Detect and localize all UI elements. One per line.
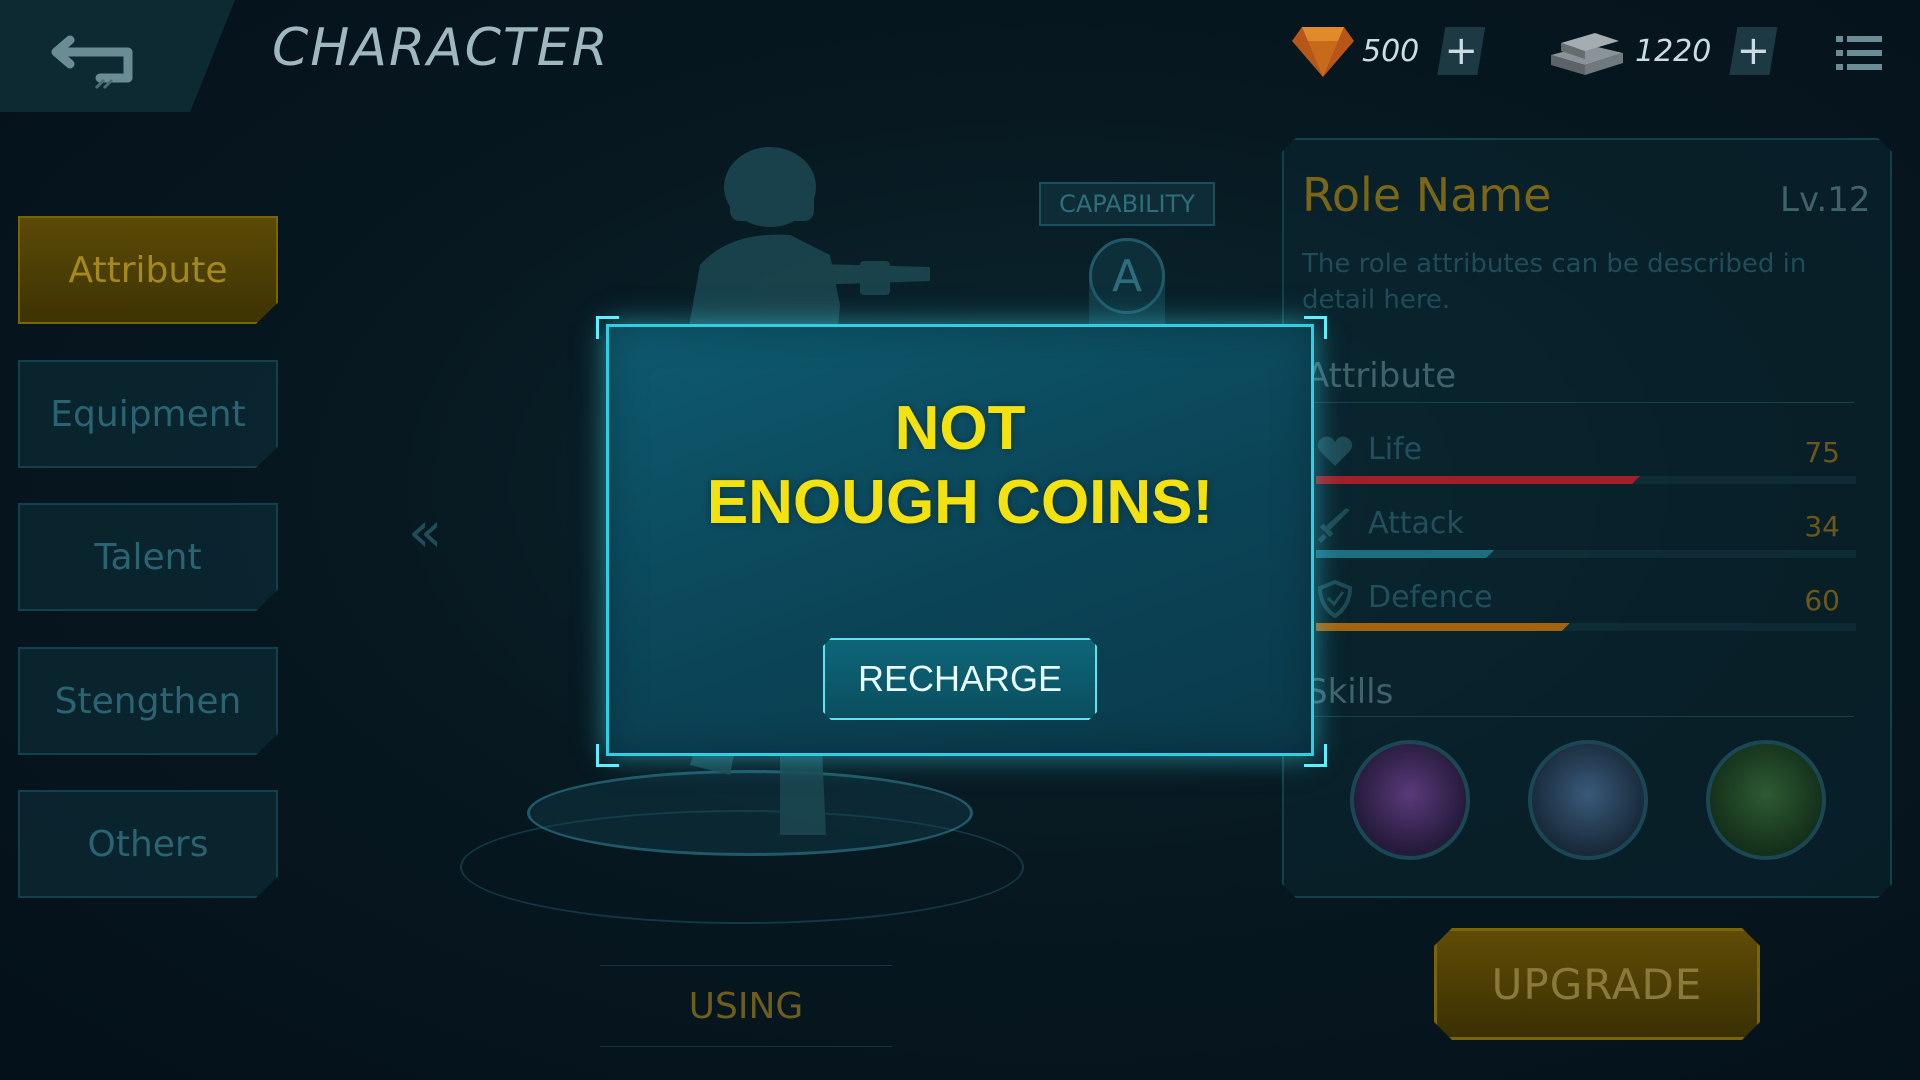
capability-grade: A	[1089, 238, 1165, 314]
dialog-corner	[596, 744, 619, 767]
tab-others[interactable]: Others	[18, 790, 278, 898]
gem-currency: 500 +	[1290, 20, 1485, 82]
recharge-button[interactable]: RECHARGE	[823, 638, 1097, 720]
back-arrow-icon	[0, 0, 235, 112]
silver-bars-icon	[1551, 33, 1623, 75]
stat-attack-label: Attack	[1368, 506, 1464, 541]
gem-icon	[1292, 27, 1354, 77]
dialog-title-line-1: NOT	[894, 394, 1026, 463]
skills-heading: Skills	[1306, 672, 1394, 712]
capability-label: CAPABILITY	[1039, 182, 1215, 226]
energy-burst-icon[interactable]	[1350, 740, 1470, 860]
add-silver-button[interactable]: +	[1729, 27, 1777, 75]
role-name: Role Name	[1302, 168, 1552, 222]
gem-amount: 500	[1362, 33, 1420, 69]
silver-currency: 1220 +	[1545, 20, 1777, 82]
upgrade-button[interactable]: UPGRADE	[1434, 928, 1760, 1040]
role-level: Lv.12	[1780, 180, 1871, 220]
tab-stengthen[interactable]: Stengthen	[18, 647, 278, 755]
divider	[1306, 716, 1854, 717]
attribute-heading: Attribute	[1306, 356, 1457, 396]
stat-defence-label: Defence	[1368, 580, 1493, 615]
power-fist-icon[interactable]	[1706, 740, 1826, 860]
dialog-corner	[1304, 316, 1327, 339]
heart-icon	[1317, 436, 1353, 466]
shield-icon	[1317, 580, 1353, 618]
stat-defence-bar	[1316, 623, 1856, 631]
using-status: USING	[600, 965, 892, 1047]
dialog-title-line-2: ENOUGH COINS!	[706, 468, 1214, 537]
dialog-corner	[596, 316, 619, 339]
previous-character-arrow-icon[interactable]: «	[408, 500, 442, 565]
stat-life-fill	[1316, 476, 1640, 484]
silver-amount: 1220	[1635, 33, 1712, 69]
dialog-title: NOT ENOUGH COINS!	[606, 392, 1314, 540]
tab-equipment[interactable]: Equipment	[18, 360, 278, 468]
stat-life-label: Life	[1368, 432, 1423, 467]
role-description: The role attributes can be described in …	[1302, 249, 1807, 315]
stat-life-value: 75	[1804, 436, 1840, 469]
stat-attack-value: 34	[1804, 510, 1840, 543]
stat-attack-fill	[1316, 550, 1494, 558]
menu-icon[interactable]	[1836, 34, 1882, 72]
stat-defence-value: 60	[1804, 584, 1840, 617]
page-title: CHARACTER	[272, 18, 610, 78]
dialog-corner	[1304, 744, 1327, 767]
sword-icon	[1317, 508, 1350, 543]
stat-defence-fill	[1316, 623, 1570, 631]
add-gems-button[interactable]: +	[1437, 27, 1485, 75]
back-button[interactable]	[0, 0, 235, 112]
orbit-dash-icon[interactable]	[1528, 740, 1648, 860]
stat-attack-bar	[1316, 550, 1856, 558]
tab-attribute[interactable]: Attribute	[18, 216, 278, 324]
divider	[1306, 402, 1854, 403]
tab-talent[interactable]: Talent	[18, 503, 278, 611]
stat-life-bar	[1316, 476, 1856, 484]
